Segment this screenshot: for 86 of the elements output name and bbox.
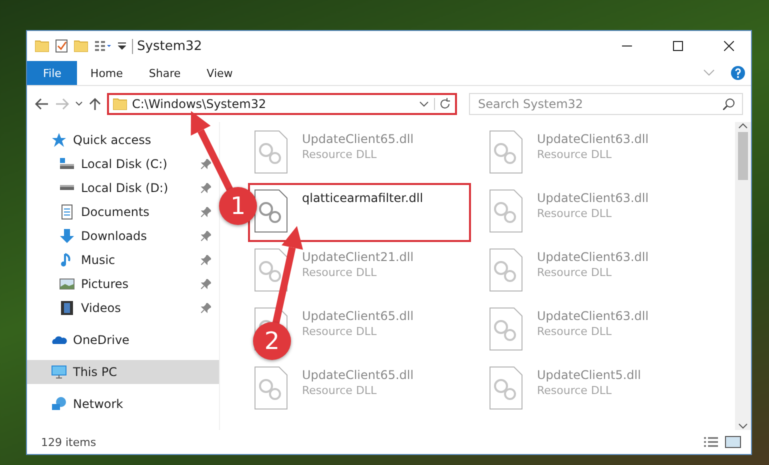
star-icon — [51, 132, 67, 148]
scroll-up-icon[interactable] — [738, 122, 748, 130]
folder-icon — [35, 40, 49, 52]
pin-icon[interactable] — [201, 231, 211, 241]
file-type: Resource DLL — [302, 384, 378, 397]
file-name: UpdateClient65.dll — [302, 309, 414, 323]
file-name: UpdateClient63.dll — [537, 309, 649, 323]
file-name: UpdateClient65.dll — [302, 132, 414, 146]
ribbon-tab[interactable]: File — [27, 61, 78, 85]
sidebar-item[interactable]: Quick access — [27, 128, 219, 152]
dll-file-icon — [254, 130, 288, 174]
file-type: Resource DLL — [537, 148, 613, 161]
sidebar-item[interactable]: Local Disk (D:) — [27, 176, 219, 200]
file-type: Resource DLL — [537, 266, 613, 279]
file-name: qlatticearmafilter.dll — [302, 191, 424, 205]
item-count: 129 items — [41, 436, 96, 448]
dll-file-icon — [489, 366, 523, 410]
ribbon-tab[interactable]: View — [194, 61, 246, 85]
address-field[interactable]: C:\Windows\System32 — [107, 93, 457, 115]
dll-file-icon — [489, 189, 523, 233]
sidebar-item[interactable]: Network — [27, 392, 219, 416]
maximize-icon[interactable] — [672, 41, 682, 51]
sidebar-item[interactable]: Downloads — [27, 224, 219, 248]
sidebar-item[interactable]: Music — [27, 248, 219, 272]
new-folder-icon — [74, 40, 88, 52]
file-type: Resource DLL — [302, 266, 378, 279]
search-icon[interactable] — [723, 98, 735, 110]
dll-file-icon — [489, 307, 523, 351]
sidebar-item[interactable]: OneDrive — [27, 328, 219, 352]
ribbon-tab[interactable]: Home — [77, 61, 136, 85]
dll-file-icon — [254, 366, 288, 410]
download-arrow-icon — [59, 228, 75, 244]
file-name: UpdateClient5.dll — [537, 368, 641, 382]
pin-icon[interactable] — [201, 159, 211, 169]
dll-file-icon — [254, 248, 288, 292]
film-icon — [59, 300, 75, 316]
help-icon[interactable] — [731, 66, 745, 80]
up-button[interactable] — [89, 97, 101, 111]
pin-icon[interactable] — [201, 207, 211, 217]
pin-icon[interactable] — [201, 279, 211, 289]
folder-icon — [113, 98, 127, 110]
properties-icon[interactable] — [55, 39, 68, 53]
dll-file-icon — [489, 248, 523, 292]
file-name: UpdateClient21.dll — [302, 250, 414, 264]
file-name: UpdateClient63.dll — [537, 132, 649, 146]
drive-icon — [59, 185, 75, 191]
window-title: System32 — [132, 38, 598, 54]
file-type: Resource DLL — [537, 207, 613, 220]
recent-locations-button[interactable] — [75, 101, 83, 107]
dropdown-icon[interactable] — [118, 42, 126, 50]
close-icon[interactable] — [724, 41, 734, 51]
refresh-icon[interactable] — [434, 98, 451, 110]
pin-icon[interactable] — [201, 303, 211, 313]
dll-file-icon — [489, 130, 523, 174]
drive-icon — [59, 156, 75, 172]
step-number-badge: 2 — [253, 322, 291, 360]
details-view-icon[interactable] — [703, 436, 719, 448]
pin-icon[interactable] — [201, 183, 211, 193]
search-field[interactable]: Search System32 — [469, 93, 743, 115]
step-number-badge: 1 — [219, 187, 257, 225]
file-type: Resource DLL — [537, 325, 613, 338]
chevron-down-icon[interactable] — [419, 101, 429, 107]
thumbnail-view-icon[interactable] — [725, 436, 741, 448]
pin-icon[interactable] — [201, 255, 211, 265]
monitor-icon — [51, 364, 67, 380]
network-icon — [51, 396, 67, 412]
file-type: Resource DLL — [302, 148, 378, 161]
sidebar-item[interactable]: Videos — [27, 296, 219, 320]
sidebar-item[interactable]: Documents — [27, 200, 219, 224]
sidebar-item[interactable]: Pictures — [27, 272, 219, 296]
scrollbar-thumb[interactable] — [738, 132, 748, 180]
file-name: UpdateClient63.dll — [537, 250, 649, 264]
document-icon — [59, 204, 75, 220]
file-type: Resource DLL — [537, 384, 613, 397]
back-button[interactable] — [35, 98, 49, 110]
ribbon-tab[interactable]: Share — [136, 61, 194, 85]
file-name: UpdateClient63.dll — [537, 191, 649, 205]
scrollbar[interactable] — [735, 122, 751, 430]
dll-file-icon — [254, 189, 288, 233]
picture-icon — [59, 276, 75, 292]
scroll-down-icon[interactable] — [738, 422, 748, 430]
file-name: UpdateClient65.dll — [302, 368, 414, 382]
view-options-icon[interactable] — [94, 40, 112, 52]
sidebar-item[interactable]: This PC — [27, 360, 219, 384]
sidebar-item[interactable]: Local Disk (C:) — [27, 152, 219, 176]
file-type: Resource DLL — [302, 325, 378, 338]
